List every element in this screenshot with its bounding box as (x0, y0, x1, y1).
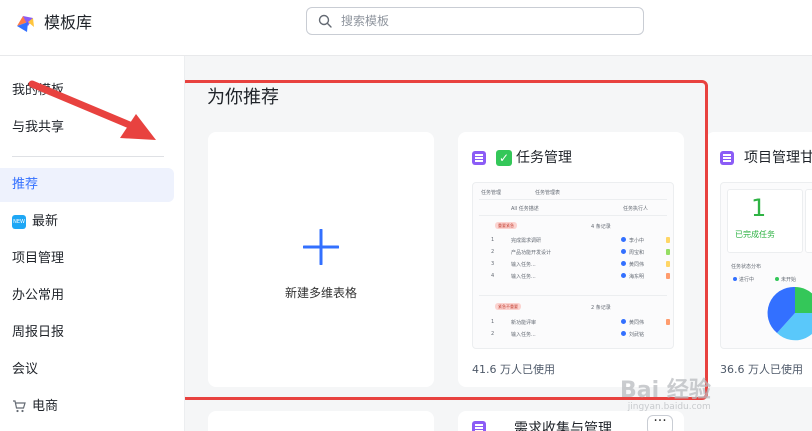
preview-task: 输入任务... (511, 262, 536, 268)
preview-owner: 海东明 (629, 274, 645, 280)
template-preview: 1 已完成任务 任务状态分布 进行中 未开始 (720, 182, 812, 349)
preview-task: 输入任务... (511, 332, 536, 338)
group-tag: 重要紧急 (495, 222, 517, 229)
top-bar: 模板库 (0, 0, 812, 56)
section-title: 为你推荐 (207, 87, 279, 108)
legend-item: 进行中 (739, 277, 755, 283)
preview-column: All 任务描述 (511, 206, 539, 212)
preview-task: 新功能评审 (511, 320, 537, 326)
app-title: 模板库 (44, 13, 93, 32)
watermark-logo: Bai 经验 jingyan.baidu.com (620, 372, 711, 412)
pie-chart-preview (767, 286, 812, 341)
template-title: 项目管理甘 (744, 150, 812, 166)
sidebar-item-label: 会议 (12, 362, 39, 377)
sidebar-item-project-management[interactable]: 项目管理 (0, 242, 174, 276)
new-base-label: 新建多维表格 (284, 286, 357, 300)
sidebar-item-label: 项目管理 (12, 251, 65, 266)
preview-task: 输入任务... (511, 274, 536, 280)
preview-column: 任务执行人 (623, 206, 649, 212)
preview-task: 产品功能开发设计 (511, 250, 552, 256)
sidebar-item-label: 周报日报 (12, 325, 65, 340)
usage-count: 36.6 万人已使用 (720, 363, 803, 376)
new-badge-icon: NEW (12, 214, 26, 229)
metric-label: 已完成任务 (735, 230, 775, 239)
sidebar-item-my-templates[interactable]: 我的模板 (0, 74, 174, 108)
sidebar-item-meeting[interactable]: 会议 (0, 353, 174, 387)
template-preview: 任务管理 任务管理表 All 任务描述 任务执行人 重要紧急 4 条记录 1 完… (472, 182, 674, 349)
preview-tab: 任务管理表 (535, 190, 561, 196)
sidebar-item-label: 办公常用 (12, 288, 65, 303)
group-count: 2 条记录 (591, 305, 611, 311)
watermark-brand: Bai 经验 (620, 378, 711, 403)
table-template-icon (472, 421, 486, 431)
template-card-project-management[interactable]: 项目管理甘 1 已完成任务 任务状态分布 进行中 未开始 36.6 万人已使用 (706, 132, 812, 387)
shopping-cart-icon (13, 400, 26, 413)
sidebar-divider (12, 156, 164, 157)
main-content: 为你推荐 新建多维表格 ✓ 任务管理 任务管理 任务管理表 All 任务描述 任… (185, 56, 812, 431)
template-card-task-management[interactable]: ✓ 任务管理 任务管理 任务管理表 All 任务描述 任务执行人 重要紧急 4 … (458, 132, 684, 387)
legend-item: 未开始 (781, 277, 797, 283)
sidebar-item-reports[interactable]: 周报日报 (0, 316, 174, 350)
new-base-card[interactable]: 新建多维表格 (208, 132, 434, 387)
table-template-icon (720, 151, 734, 165)
template-title: 需求收集与管理 (514, 421, 612, 431)
more-options-button[interactable]: ··· (647, 414, 673, 431)
group-count: 4 条记录 (591, 224, 611, 230)
checkmark-icon: ✓ (496, 150, 512, 166)
sidebar-item-recommended[interactable]: 推荐 (0, 168, 174, 202)
sidebar-item-label: 推荐 (12, 177, 39, 192)
sidebar-item-latest[interactable]: NEW 最新 (0, 205, 174, 239)
sidebar-item-label: 最新 (32, 214, 59, 229)
search-input[interactable] (341, 12, 631, 30)
preview-owner: 刘武铭 (629, 332, 645, 338)
metric-value: 1 (751, 194, 767, 222)
sidebar-item-shared[interactable]: 与我共享 (0, 111, 174, 145)
template-card[interactable] (208, 411, 434, 431)
sidebar-item-ecommerce[interactable]: 电商 (0, 390, 174, 424)
preview-task: 完成需求调研 (511, 238, 542, 244)
chart-title: 任务状态分布 (731, 264, 762, 270)
preview-owner: 李小中 (629, 238, 645, 244)
preview-owner: 黄同伟 (629, 320, 645, 326)
app-logo-icon (17, 16, 34, 32)
usage-count: 41.6 万人已使用 (472, 363, 555, 376)
preview-owner: 周宝和 (629, 250, 645, 256)
preview-tab: 任务管理 (481, 190, 502, 196)
sidebar: 我的模板 与我共享 推荐 NEW 最新 项目管理 办公常用 周报日报 会议 电商 (0, 56, 185, 431)
search-icon (318, 14, 332, 28)
preview-owner: 黄同伟 (629, 262, 645, 268)
sidebar-item-label: 我的模板 (12, 83, 65, 98)
sidebar-item-office[interactable]: 办公常用 (0, 279, 174, 313)
table-template-icon (472, 151, 486, 165)
search-box[interactable] (306, 7, 644, 35)
template-title: 任务管理 (516, 150, 572, 166)
sidebar-item-label: 电商 (32, 399, 59, 414)
watermark-url: jingyan.baidu.com (627, 402, 711, 412)
plus-icon (303, 229, 339, 265)
sidebar-item-label: 与我共享 (12, 120, 65, 135)
group-tag: 紧急不重要 (495, 303, 521, 310)
